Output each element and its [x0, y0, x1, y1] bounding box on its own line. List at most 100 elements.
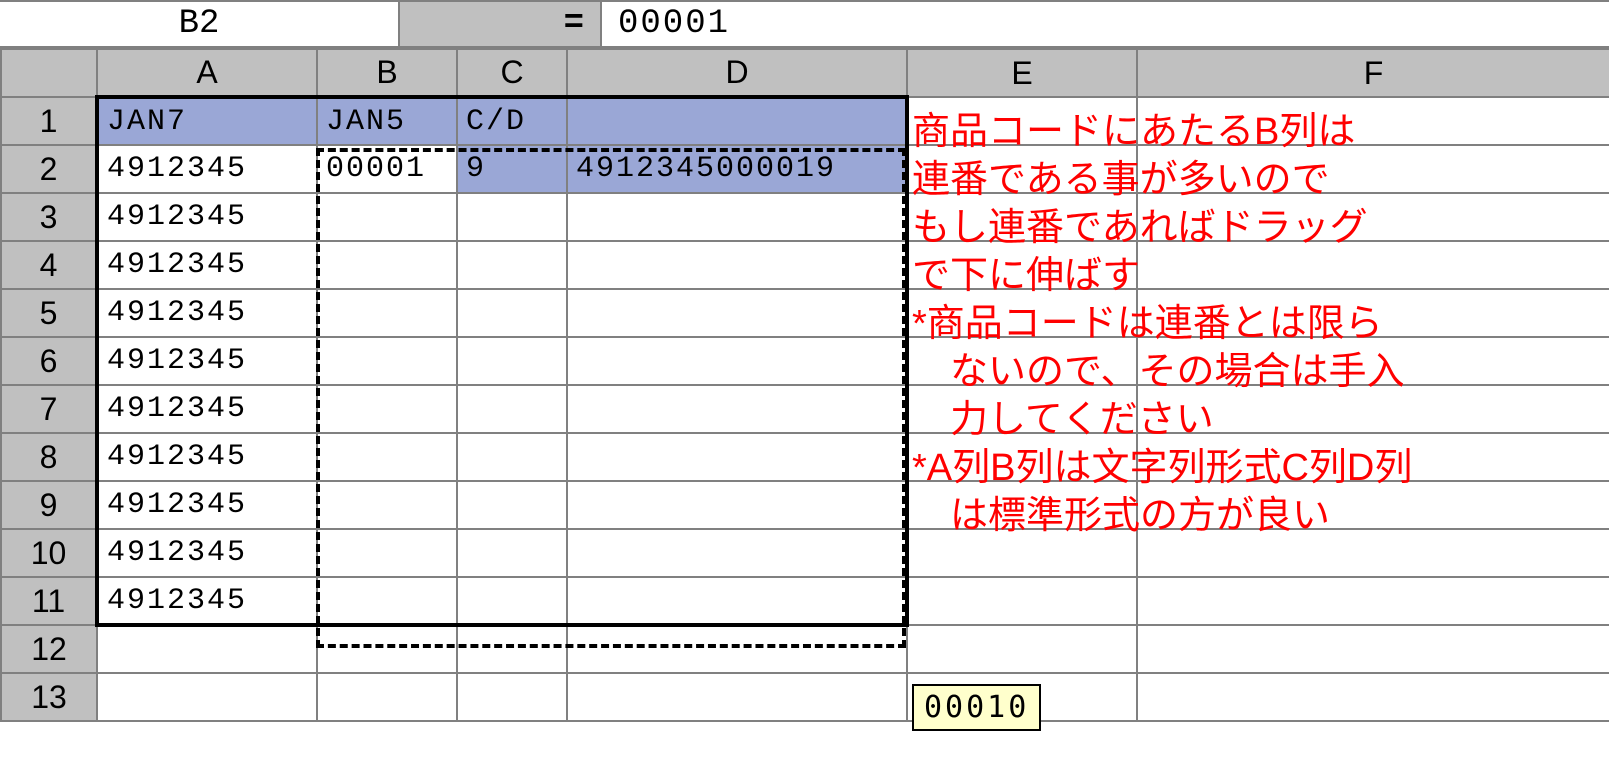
- cell-A13[interactable]: [97, 673, 317, 721]
- cell-D7[interactable]: [567, 385, 907, 433]
- cell-F8[interactable]: [1137, 433, 1609, 481]
- cell-E4[interactable]: [907, 241, 1137, 289]
- col-header-D[interactable]: D: [567, 49, 907, 97]
- cell-B9[interactable]: [317, 481, 457, 529]
- cell-E1[interactable]: [907, 97, 1137, 145]
- cell-F2[interactable]: [1137, 145, 1609, 193]
- cell-B8[interactable]: [317, 433, 457, 481]
- cell-B2[interactable]: 00001: [317, 145, 457, 193]
- row-header-5[interactable]: 5: [1, 289, 97, 337]
- cell-A12[interactable]: [97, 625, 317, 673]
- cell-D3[interactable]: [567, 193, 907, 241]
- cell-D10[interactable]: [567, 529, 907, 577]
- formula-input[interactable]: 00001: [600, 2, 1609, 46]
- cell-F3[interactable]: [1137, 193, 1609, 241]
- cell-A1[interactable]: JAN7: [97, 97, 317, 145]
- row-header-12[interactable]: 12: [1, 625, 97, 673]
- cell-F12[interactable]: [1137, 625, 1609, 673]
- row-header-4[interactable]: 4: [1, 241, 97, 289]
- cell-C8[interactable]: [457, 433, 567, 481]
- name-box[interactable]: B2: [0, 2, 400, 46]
- cell-A3[interactable]: 4912345: [97, 193, 317, 241]
- cell-F7[interactable]: [1137, 385, 1609, 433]
- cell-D13[interactable]: [567, 673, 907, 721]
- select-all-corner[interactable]: [1, 49, 97, 97]
- row-header-11[interactable]: 11: [1, 577, 97, 625]
- spreadsheet-grid[interactable]: A B C D E F 1 JAN7 JAN5 C/D 2 4912345 00…: [0, 48, 1609, 767]
- cell-E8[interactable]: [907, 433, 1137, 481]
- cell-E7[interactable]: [907, 385, 1137, 433]
- cell-D8[interactable]: [567, 433, 907, 481]
- cell-B3[interactable]: [317, 193, 457, 241]
- cell-F11[interactable]: [1137, 577, 1609, 625]
- cell-A9[interactable]: 4912345: [97, 481, 317, 529]
- cell-E10[interactable]: [907, 529, 1137, 577]
- cell-F9[interactable]: [1137, 481, 1609, 529]
- cell-B11[interactable]: [317, 577, 457, 625]
- cell-C6[interactable]: [457, 337, 567, 385]
- cell-D9[interactable]: [567, 481, 907, 529]
- cell-D6[interactable]: [567, 337, 907, 385]
- cell-C9[interactable]: [457, 481, 567, 529]
- cell-B1[interactable]: JAN5: [317, 97, 457, 145]
- row-header-6[interactable]: 6: [1, 337, 97, 385]
- row-header-1[interactable]: 1: [1, 97, 97, 145]
- cell-E6[interactable]: [907, 337, 1137, 385]
- cell-A7[interactable]: 4912345: [97, 385, 317, 433]
- cell-C7[interactable]: [457, 385, 567, 433]
- cell-F1[interactable]: [1137, 97, 1609, 145]
- cell-D2[interactable]: 4912345000019: [567, 145, 907, 193]
- cell-D1[interactable]: [567, 97, 907, 145]
- cell-C3[interactable]: [457, 193, 567, 241]
- cell-B6[interactable]: [317, 337, 457, 385]
- row-header-13[interactable]: 13: [1, 673, 97, 721]
- row-header-8[interactable]: 8: [1, 433, 97, 481]
- cell-E9[interactable]: [907, 481, 1137, 529]
- col-header-E[interactable]: E: [907, 49, 1137, 97]
- cell-A11[interactable]: 4912345: [97, 577, 317, 625]
- cell-F4[interactable]: [1137, 241, 1609, 289]
- cell-E12[interactable]: [907, 625, 1137, 673]
- cell-C13[interactable]: [457, 673, 567, 721]
- cell-E3[interactable]: [907, 193, 1137, 241]
- row-header-7[interactable]: 7: [1, 385, 97, 433]
- cell-D5[interactable]: [567, 289, 907, 337]
- cell-E5[interactable]: [907, 289, 1137, 337]
- cell-F13[interactable]: [1137, 673, 1609, 721]
- cell-C5[interactable]: [457, 289, 567, 337]
- col-header-F[interactable]: F: [1137, 49, 1609, 97]
- cell-C1[interactable]: C/D: [457, 97, 567, 145]
- cell-D4[interactable]: [567, 241, 907, 289]
- cell-F5[interactable]: [1137, 289, 1609, 337]
- cell-D11[interactable]: [567, 577, 907, 625]
- col-header-C[interactable]: C: [457, 49, 567, 97]
- cell-A8[interactable]: 4912345: [97, 433, 317, 481]
- row-header-9[interactable]: 9: [1, 481, 97, 529]
- cell-A5[interactable]: 4912345: [97, 289, 317, 337]
- cell-B4[interactable]: [317, 241, 457, 289]
- cell-A4[interactable]: 4912345: [97, 241, 317, 289]
- cell-F6[interactable]: [1137, 337, 1609, 385]
- cell-B10[interactable]: [317, 529, 457, 577]
- cell-C12[interactable]: [457, 625, 567, 673]
- cell-B12[interactable]: [317, 625, 457, 673]
- cell-C11[interactable]: [457, 577, 567, 625]
- cell-E11[interactable]: [907, 577, 1137, 625]
- cell-A6[interactable]: 4912345: [97, 337, 317, 385]
- cell-B13[interactable]: [317, 673, 457, 721]
- row-header-10[interactable]: 10: [1, 529, 97, 577]
- col-header-B[interactable]: B: [317, 49, 457, 97]
- cell-C2[interactable]: 9: [457, 145, 567, 193]
- row-header-3[interactable]: 3: [1, 193, 97, 241]
- cell-A2[interactable]: 4912345: [97, 145, 317, 193]
- cell-E2[interactable]: [907, 145, 1137, 193]
- cell-C10[interactable]: [457, 529, 567, 577]
- cell-D12[interactable]: [567, 625, 907, 673]
- col-header-A[interactable]: A: [97, 49, 317, 97]
- row-header-2[interactable]: 2: [1, 145, 97, 193]
- cell-B5[interactable]: [317, 289, 457, 337]
- cell-F10[interactable]: [1137, 529, 1609, 577]
- cell-C4[interactable]: [457, 241, 567, 289]
- cell-A10[interactable]: 4912345: [97, 529, 317, 577]
- cell-B7[interactable]: [317, 385, 457, 433]
